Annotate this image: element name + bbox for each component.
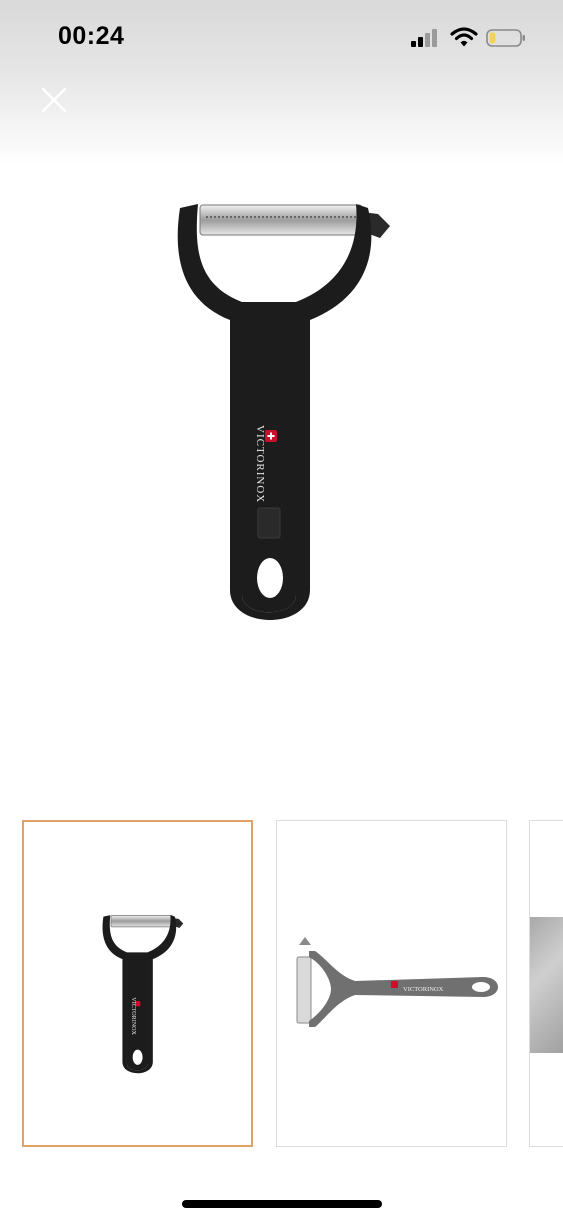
close-icon[interactable] (36, 82, 72, 118)
thumbnail-3[interactable] (529, 820, 563, 1147)
status-bar: 00:24 (0, 0, 563, 70)
home-indicator[interactable] (182, 1200, 382, 1208)
thumbnail-1[interactable]: VICTORINOX (22, 820, 253, 1147)
thumbnail-3-image (530, 917, 563, 1053)
battery-icon (486, 29, 525, 47)
thumbnail-strip: VICTORINOX VICTORINOX (0, 818, 563, 1150)
thumbnail-2[interactable]: VICTORINOX (276, 820, 507, 1147)
main-product-image: VICTORINOX (177, 204, 390, 620)
thumbnail-1-brand-text: VICTORINOX (130, 997, 136, 1035)
thumbnail-2-brand-text: VICTORINOX (403, 986, 444, 993)
wifi-icon (450, 27, 478, 47)
status-time: 00:24 (58, 22, 125, 50)
thumbnail-1-image: VICTORINOX (102, 915, 184, 1074)
main-brand-text: VICTORINOX (254, 425, 266, 503)
thumbnail-2-image: VICTORINOX (296, 937, 498, 1027)
signal-icon (411, 29, 437, 47)
